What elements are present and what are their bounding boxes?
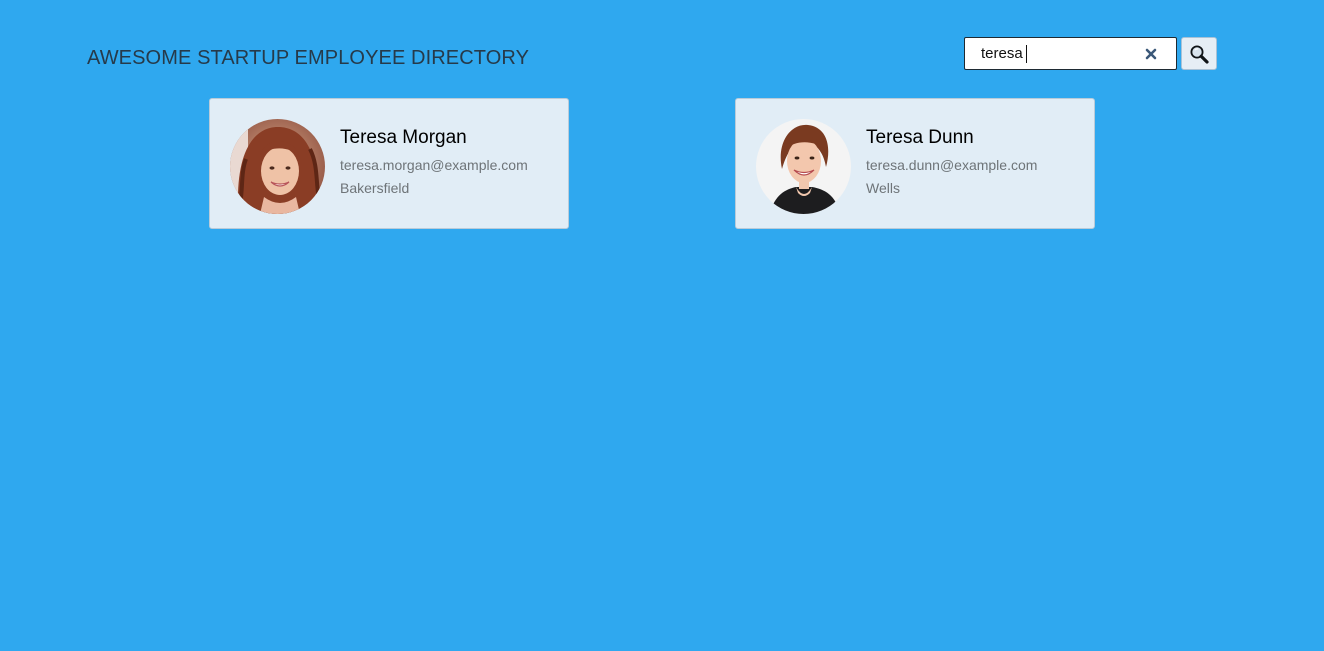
avatar bbox=[756, 119, 851, 214]
clear-icon[interactable] bbox=[1143, 46, 1159, 62]
search-input[interactable] bbox=[965, 38, 1135, 69]
employee-card[interactable]: Teresa Dunn teresa.dunn@example.com Well… bbox=[735, 98, 1095, 229]
search-box[interactable] bbox=[964, 37, 1177, 70]
search-icon bbox=[1190, 45, 1209, 64]
employee-card[interactable]: Teresa Morgan teresa.morgan@example.com … bbox=[209, 98, 569, 229]
employee-city: Bakersfield bbox=[340, 180, 410, 196]
employee-city: Wells bbox=[866, 180, 900, 196]
employee-email: teresa.morgan@example.com bbox=[340, 157, 528, 173]
search-button[interactable] bbox=[1181, 37, 1217, 70]
page-title: AWESOME STARTUP EMPLOYEE DIRECTORY bbox=[87, 47, 530, 69]
avatar bbox=[230, 119, 325, 214]
employee-name: Teresa Morgan bbox=[340, 127, 467, 148]
text-caret bbox=[1026, 45, 1027, 63]
employee-name: Teresa Dunn bbox=[866, 127, 974, 148]
employee-email: teresa.dunn@example.com bbox=[866, 157, 1038, 173]
